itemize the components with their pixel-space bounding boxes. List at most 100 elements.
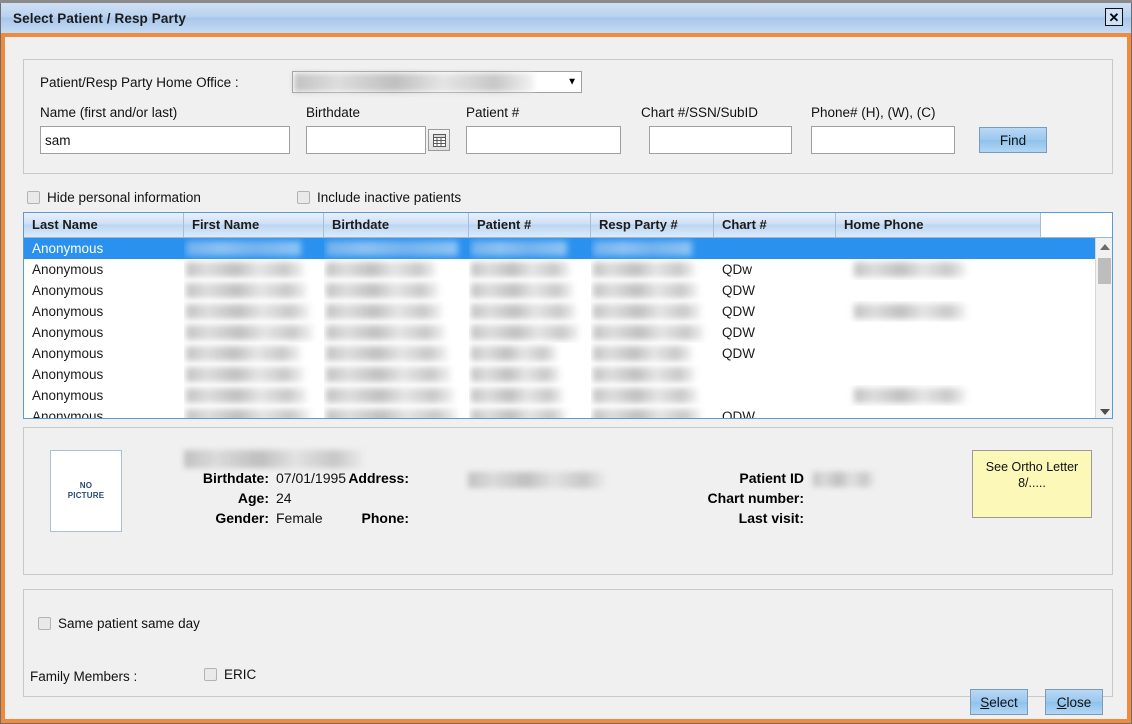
scrollbar-thumb[interactable] [1098,258,1111,284]
table-cell: QDW [722,346,755,361]
redacted-value [326,241,458,256]
redacted-value [593,241,692,256]
table-cell: Anonymous [32,262,104,277]
table-cell [469,238,591,259]
grid-column-header[interactable]: Home Phone [836,213,1041,237]
table-cell: Anonymous [32,367,104,382]
table-cell [184,343,324,364]
family-member-eric-checkbox[interactable] [204,668,217,681]
table-cell [184,259,324,280]
detail-age-label: Age: [237,490,269,506]
table-cell [184,322,324,343]
table-row[interactable]: Anonymous QDW [24,406,1112,419]
dialog-content: Patient/Resp Party Home Office : ▼ Name … [5,37,1127,719]
redacted-value [186,283,307,298]
grid-column-header[interactable]: First Name [184,213,324,237]
redacted-value [593,346,692,361]
table-cell [591,238,714,259]
redacted-value [471,325,579,340]
same-patient-same-day-checkbox[interactable] [38,617,51,630]
redacted-value [593,409,701,418]
dialog-title: Select Patient / Resp Party [13,10,187,26]
grid-vertical-scrollbar[interactable] [1095,238,1112,418]
chevron-down-icon: ▼ [567,76,577,88]
ortho-letter-note[interactable]: See Ortho Letter 8/..... [972,450,1092,518]
table-cell [184,406,324,418]
grid-column-header-spacer [1041,213,1112,237]
find-button[interactable]: Find [979,127,1047,153]
hide-personal-info-checkbox-row[interactable]: Hide personal information [27,190,201,205]
redacted-value [186,304,310,319]
table-cell: Anonymous [32,283,104,298]
grid-column-header[interactable]: Patient # [469,213,591,237]
table-cell [836,259,1041,280]
table-row[interactable]: Anonymous [24,385,1112,406]
select-button[interactable]: Select [970,689,1028,715]
name-input[interactable] [40,126,290,154]
table-cell [184,280,324,301]
table-cell [714,364,836,385]
grid-column-header[interactable]: Resp Party # [591,213,714,237]
table-row[interactable]: Anonymous QDW [24,301,1112,322]
table-cell [324,259,469,280]
include-inactive-label: Include inactive patients [317,190,462,205]
close-icon[interactable]: ✕ [1105,8,1123,26]
redacted-value [326,304,442,319]
table-cell: QDW [722,409,755,419]
redacted-value [471,367,560,382]
table-cell [836,385,1041,406]
family-member-eric-row[interactable]: ERIC [204,667,256,682]
table-cell [324,343,469,364]
redacted-value [593,283,698,298]
table-row[interactable]: Anonymous [24,364,1112,385]
redacted-value [186,367,304,382]
dialog-frame: Patient/Resp Party Home Office : ▼ Name … [1,33,1131,723]
detail-patient-id-value-redacted [813,472,875,487]
table-row[interactable]: Anonymous [24,238,1112,259]
table-row[interactable]: Anonymous QDW [24,280,1112,301]
table-cell [469,343,591,364]
redacted-value [186,409,310,418]
redacted-value [593,325,704,340]
include-inactive-checkbox-row[interactable]: Include inactive patients [297,190,461,205]
table-cell: QDW [722,304,755,319]
table-cell [836,322,1041,343]
chart-ssn-input[interactable] [649,126,792,154]
birthdate-input[interactable] [306,126,426,154]
detail-address-label: Address: [348,470,409,486]
detail-gender-label: Gender: [215,510,269,526]
redacted-value [326,388,454,403]
hide-personal-info-checkbox[interactable] [27,191,40,204]
table-cell: Anonymous [32,241,104,256]
include-inactive-checkbox[interactable] [297,191,310,204]
detail-gender-value: Female [276,510,323,526]
grid-body: Anonymous Anonymous QDw Anonymous QDW Anonymo… [24,238,1112,419]
redacted-value [471,241,567,256]
table-cell [836,364,1041,385]
same-patient-same-day-row[interactable]: Same patient same day [38,616,200,631]
table-row[interactable]: Anonymous QDw [24,259,1112,280]
patient-number-input[interactable] [466,126,621,154]
redacted-value [186,388,307,403]
scroll-up-arrow-icon[interactable] [1096,238,1112,255]
calendar-icon[interactable] [428,129,450,151]
table-cell [714,385,836,406]
home-office-dropdown[interactable]: ▼ [292,71,582,93]
close-button[interactable]: Close [1045,689,1103,715]
redacted-value [471,304,576,319]
table-row[interactable]: Anonymous QDW [24,343,1112,364]
phone-field-label: Phone# (H), (W), (C) [811,105,936,120]
table-row[interactable]: Anonymous QDW [24,322,1112,343]
birthdate-field-label: Birthdate [306,105,361,120]
scroll-down-arrow-icon[interactable] [1096,403,1112,418]
grid-column-header[interactable]: Birthdate [324,213,469,237]
redacted-value [326,283,439,298]
grid-column-header[interactable]: Chart # [714,213,836,237]
table-cell [591,343,714,364]
table-cell [184,385,324,406]
grid-column-header[interactable]: Last Name [24,213,184,237]
table-cell [184,238,324,259]
redacted-value [854,262,966,277]
phone-input[interactable] [811,126,955,154]
table-cell [836,238,1041,259]
